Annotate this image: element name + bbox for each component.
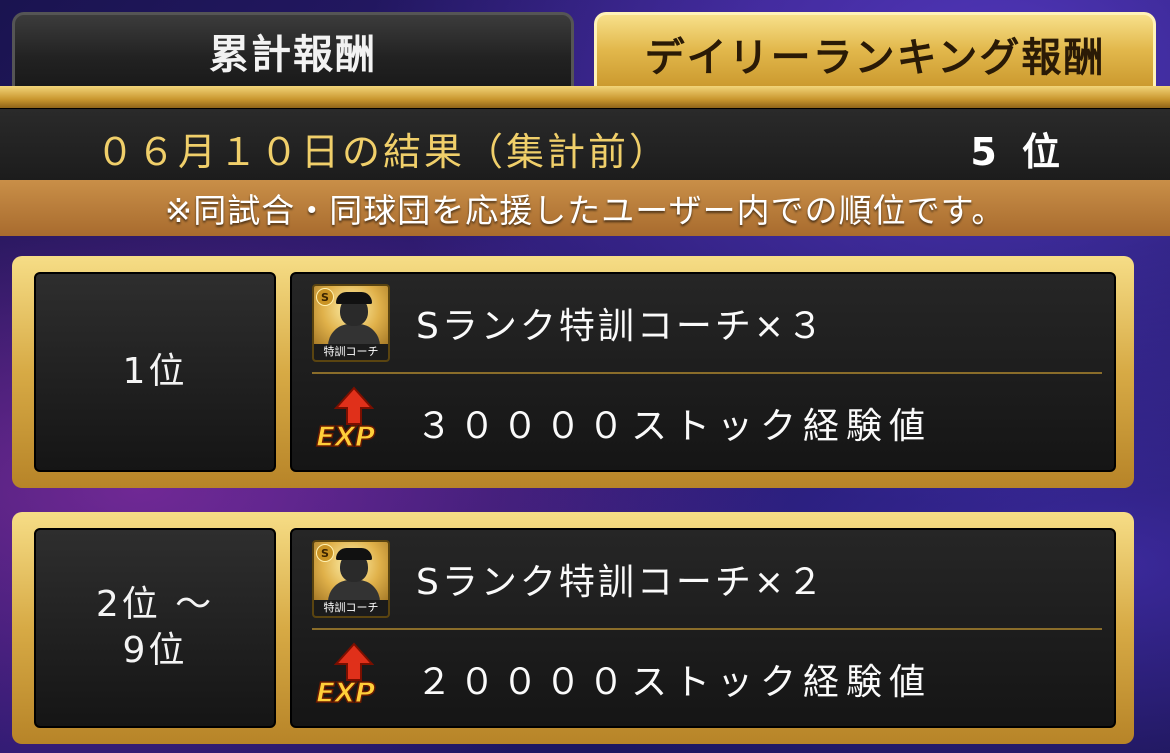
reward-item: S 特訓コーチ Sランク特訓コーチ×２ (292, 530, 1114, 628)
reward-panel: 2位 ～ 9位 S 特訓コーチ Sランク特訓コーチ×２ EXP ２００００ストッ… (12, 512, 1134, 744)
reward-item: S 特訓コーチ Sランク特訓コーチ×３ (292, 274, 1114, 372)
reward-list: S 特訓コーチ Sランク特訓コーチ×２ EXP ２００００ストック経験値 (290, 528, 1116, 728)
ranking-note: ※同試合・同球団を応援したユーザー内での順位です。 (0, 180, 1170, 236)
reward-label: ３００００ストック経験値 (416, 406, 933, 447)
coach-card-icon: S 特訓コーチ (312, 540, 390, 618)
exp-icon-text: EXP (315, 675, 376, 710)
rank-range-line: 9位 (122, 630, 188, 671)
rank-range-line: 1位 (122, 351, 188, 392)
rank-range: 1位 (34, 272, 276, 472)
reward-item: EXP ３００００ストック経験値 (292, 374, 1114, 472)
reward-label: ２００００ストック経験値 (416, 662, 933, 703)
reward-label: Sランク特訓コーチ×３ (416, 306, 827, 347)
rank-s-badge: S (316, 544, 334, 562)
coach-card-icon: S 特訓コーチ (312, 284, 390, 362)
tab-underline (0, 86, 1170, 108)
coach-card-caption: 特訓コーチ (314, 344, 388, 360)
rank-range: 2位 ～ 9位 (34, 528, 276, 728)
exp-icon: EXP (314, 642, 390, 718)
result-date-label: ０６月１０日の結果（集計前） (96, 130, 671, 174)
exp-icon-text: EXP (315, 419, 376, 454)
result-bar: ０６月１０日の結果（集計前） 5 位 (0, 108, 1170, 182)
exp-icon: EXP (314, 386, 390, 462)
reward-panel: 1位 S 特訓コーチ Sランク特訓コーチ×３ EXP ３００００ストック経験値 (12, 256, 1134, 488)
tab-label: 累計報酬 (209, 31, 377, 78)
rank-range-line: 2位 ～ (95, 584, 215, 625)
current-rank: 5 位 (970, 130, 1066, 174)
reward-label: Sランク特訓コーチ×２ (416, 562, 827, 603)
coach-card-caption: 特訓コーチ (314, 600, 388, 616)
tab-label: デイリーランキング報酬 (644, 34, 1106, 81)
ranking-note-text: ※同試合・同球団を応援したユーザー内での順位です。 (164, 191, 1006, 230)
tab-cumulative-rewards[interactable]: 累計報酬 (12, 12, 574, 86)
reward-item: EXP ２００００ストック経験値 (292, 630, 1114, 728)
tab-daily-ranking-rewards[interactable]: デイリーランキング報酬 (594, 12, 1156, 92)
reward-list: S 特訓コーチ Sランク特訓コーチ×３ EXP ３００００ストック経験値 (290, 272, 1116, 472)
rank-s-badge: S (316, 288, 334, 306)
